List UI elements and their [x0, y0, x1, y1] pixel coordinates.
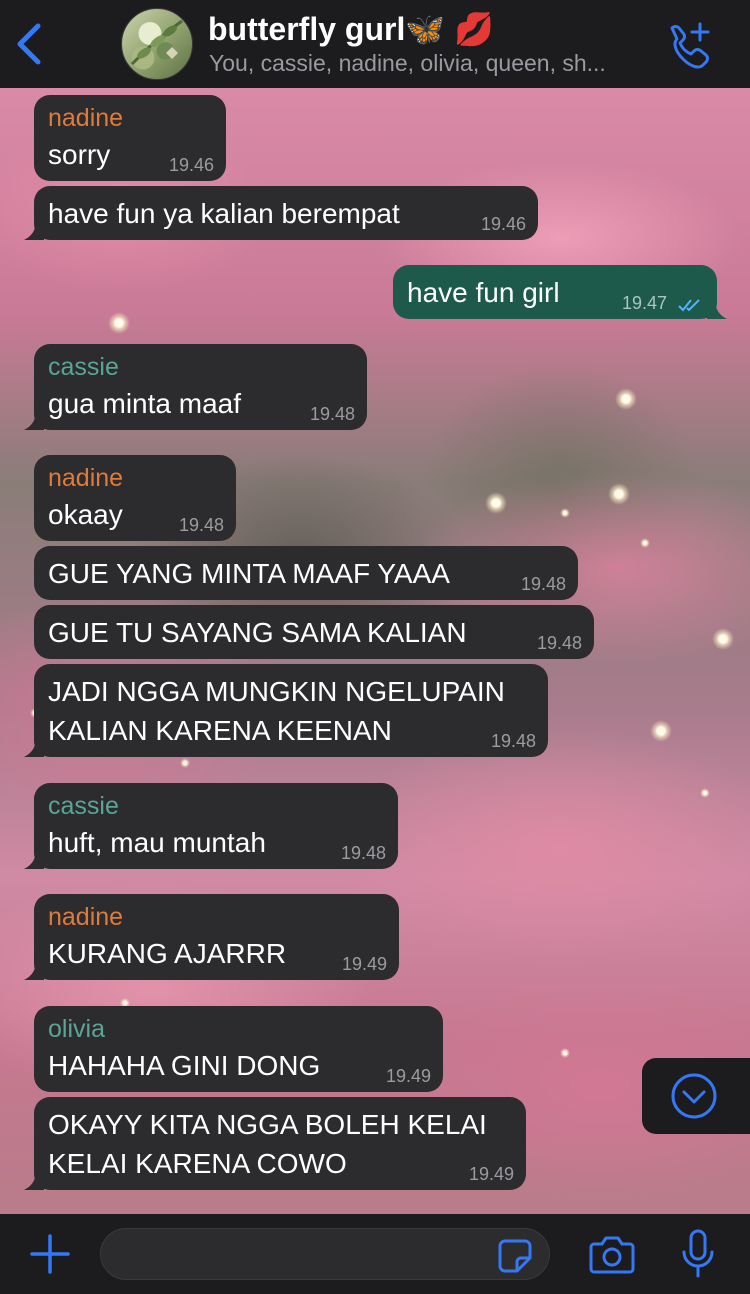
sender-name: olivia	[48, 1015, 105, 1043]
microphone-button[interactable]	[680, 1228, 716, 1280]
message-bubble[interactable]: cassie gua minta maaf 19.48	[24, 344, 367, 430]
message-time: 19.48	[520, 574, 566, 594]
sparkle	[650, 720, 672, 742]
group-avatar[interactable]	[121, 8, 193, 80]
chevron-left-icon	[17, 23, 41, 65]
message-bubble[interactable]: have fun ya kalian berempat 19.46	[24, 186, 538, 240]
chat-participants[interactable]: You, cassie, nadine, olivia, queen, sh..…	[209, 50, 649, 77]
camera-button[interactable]	[588, 1232, 636, 1276]
message-bubble[interactable]: nadine KURANG AJARRR 19.49	[24, 894, 399, 980]
sparkle	[608, 483, 630, 505]
chevron-down-circle-icon	[671, 1073, 717, 1119]
message-bubble[interactable]: nadine sorry 19.46	[34, 95, 226, 181]
message-time: 19.48	[178, 515, 224, 535]
message-time: 19.49	[468, 1164, 514, 1184]
bubble-tail	[24, 220, 44, 240]
back-button[interactable]	[10, 16, 50, 72]
microphone-icon	[682, 1229, 714, 1278]
chat-header: butterfly gurl🦋 💋 You, cassie, nadine, o…	[0, 0, 750, 88]
message-input[interactable]	[100, 1228, 550, 1280]
sticker-icon	[498, 1239, 532, 1273]
message-time: 19.49	[385, 1066, 431, 1086]
sparkle	[485, 492, 507, 514]
bubble-tail	[24, 410, 44, 430]
sparkle	[180, 758, 190, 768]
message-text: gua minta maaf	[48, 388, 241, 419]
message-bubble[interactable]: GUE TU SAYANG SAMA KALIAN 19.48	[34, 605, 594, 659]
sparkle	[615, 388, 637, 410]
phone-plus-icon	[670, 22, 710, 69]
sparkle	[640, 538, 650, 548]
message-bubble[interactable]: olivia HAHAHA GINI DONG 19.49	[34, 1006, 443, 1092]
bubble-tail	[24, 737, 44, 757]
message-time: 19.49	[341, 954, 387, 974]
bubble-tail	[707, 299, 727, 319]
sparkle	[560, 508, 570, 518]
message-text: JADI NGGA MUNGKIN NGELUPAIN KALIAN KAREN…	[48, 676, 505, 746]
message-time: 19.48	[340, 843, 386, 863]
sender-name: cassie	[48, 353, 119, 381]
attach-button[interactable]	[28, 1232, 72, 1276]
message-bubble[interactable]: GUE YANG MINTA MAAF YAAA 19.48	[34, 546, 578, 600]
chat-screen: butterfly gurl🦋 💋 You, cassie, nadine, o…	[0, 0, 750, 1294]
chat-title[interactable]: butterfly gurl🦋 💋	[208, 10, 494, 48]
camera-icon	[589, 1236, 635, 1274]
double-check-icon	[678, 299, 700, 312]
message-time: 19.47	[621, 293, 667, 313]
message-text: HAHAHA GINI DONG	[48, 1050, 321, 1081]
sparkle	[108, 312, 130, 334]
scroll-to-bottom-button[interactable]	[642, 1058, 750, 1134]
outgoing-message-bubble[interactable]: have fun girl 19.47	[393, 265, 727, 319]
message-text: OKAYY KITA NGGA BOLEH KELAI KELAI KARENA…	[48, 1109, 487, 1179]
message-bubble[interactable]: nadine okaay 19.48	[34, 455, 236, 541]
sticker-button[interactable]	[497, 1238, 533, 1274]
message-bubble[interactable]: OKAYY KITA NGGA BOLEH KELAI KELAI KARENA…	[24, 1097, 526, 1190]
message-text: GUE YANG MINTA MAAF YAAA	[48, 558, 450, 589]
message-text: GUE TU SAYANG SAMA KALIAN	[48, 617, 467, 648]
message-time: 19.48	[309, 404, 355, 424]
bubble-tail	[24, 960, 44, 980]
sender-name: nadine	[48, 464, 124, 492]
message-time: 19.46	[480, 214, 526, 234]
sparkle	[700, 788, 710, 798]
sparkle	[712, 628, 734, 650]
message-bubble[interactable]: cassie huft, mau muntah 19.48	[24, 783, 398, 869]
bubble-tail	[24, 1170, 44, 1190]
sender-name: nadine	[48, 104, 124, 132]
message-text: KURANG AJARRR	[48, 938, 287, 969]
message-text: have fun ya kalian berempat	[48, 198, 400, 229]
composer-bar	[0, 1214, 750, 1294]
sender-name: nadine	[48, 903, 124, 931]
message-time: 19.46	[168, 155, 214, 175]
sender-name: cassie	[48, 792, 119, 820]
sparkle	[560, 1048, 570, 1058]
message-time: 19.48	[536, 633, 582, 653]
plus-icon	[30, 1234, 70, 1274]
message-time: 19.48	[490, 731, 536, 751]
message-bubble[interactable]: JADI NGGA MUNGKIN NGELUPAIN KALIAN KAREN…	[24, 664, 548, 757]
bubble-tail	[24, 849, 44, 869]
leaf-art	[130, 19, 183, 66]
message-text: huft, mau muntah	[48, 827, 266, 858]
add-call-button[interactable]	[662, 20, 714, 70]
